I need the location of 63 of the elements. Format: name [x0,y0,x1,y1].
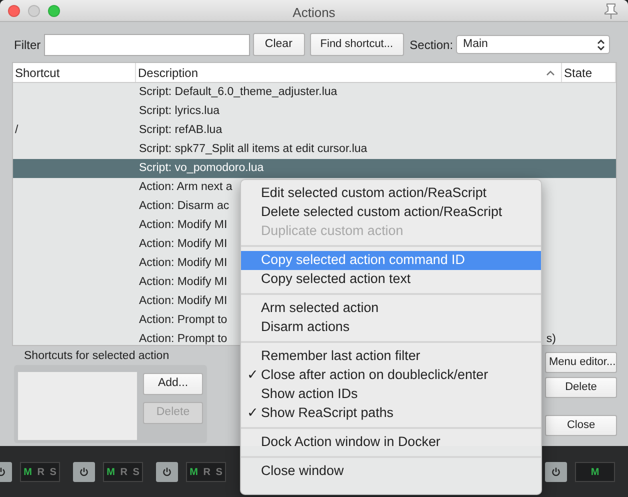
toggle-label[interactable]: M [24,464,32,480]
shortcut-cell: / [15,124,18,136]
description-cell-text: Script: refAB.lua [139,122,222,138]
menu-item[interactable]: Dock Action window in Docker [241,433,541,452]
power-icon [162,467,172,477]
toggle-label[interactable]: M [590,464,600,480]
toggle-label[interactable]: S [50,464,56,480]
column-header[interactable]: Shortcut [13,63,136,82]
description-cell-text: Script: Default_6.0_theme_adjuster.lua [139,84,338,100]
table-row[interactable]: Script: vo_pomodoro.lua [13,159,616,178]
toggle-label[interactable]: S [216,464,222,480]
pin-icon[interactable] [604,3,618,19]
menu-item[interactable]: Close window [241,462,541,481]
chevron-icon [597,38,606,50]
column-header[interactable]: State [562,63,616,82]
panel-title: Shortcuts for selected action [23,349,170,363]
section-value: Main [463,36,488,52]
section-select[interactable]: Main [456,35,610,54]
power-icon [551,467,561,477]
menu-item[interactable]: ✓ Close after action on doubleclick/enter [241,366,541,385]
toggle-label[interactable]: M [190,464,198,480]
menu-item[interactable]: Copy selected action text [241,270,541,289]
table-row[interactable]: Script: Default_6.0_theme_adjuster.lua [13,83,616,102]
description-cell-text: Action: Modify MI [139,236,228,252]
check-icon: ✓ [247,403,258,424]
menu-item[interactable]: Delete selected custom action/ReaScript [241,203,541,222]
zoom-button[interactable] [48,5,60,17]
menu-item[interactable]: Disarm actions [241,318,541,337]
table-row[interactable]: Script: spk77_Split all items at edit cursor.lua [13,140,616,159]
description-cell-text: Script: spk77_Split all items at edit cursor.lua [139,142,368,157]
check-icon: ✓ [247,365,258,386]
table-row[interactable]: Script: lyrics.lua [13,102,616,121]
menu-item[interactable]: ✓ Show ReaScript paths [241,404,541,423]
description-cell-text: s) [546,332,556,345]
filter-field[interactable] [44,34,250,56]
column-header[interactable]: Description [136,63,562,82]
power-button[interactable] [73,462,95,482]
toggle-label[interactable]: M [106,464,115,480]
power-button[interactable] [545,462,567,482]
menu-item[interactable]: Show action IDs [241,385,541,404]
menu-item[interactable]: Arm selected action [241,299,541,318]
toggle-label[interactable]: R [37,464,44,480]
menu-item[interactable]: Remember last action filter [241,347,541,366]
window-title: Actions [292,4,336,22]
menu-editor-button[interactable]: Menu editor... [545,352,617,373]
section-label: Section: [410,36,454,54]
close-button[interactable] [8,5,20,17]
find-shortcut-button[interactable]: Find shortcut... [310,33,404,56]
table-row[interactable]: / Script: refAB.lua [13,121,616,140]
description-cell-text: Script: vo_pomodoro.lua [139,160,264,176]
add-button[interactable]: Add... [143,373,203,395]
filter-label: Filter [14,36,41,54]
power-button[interactable] [156,462,178,482]
close-button[interactable]: Close [545,415,617,436]
menu-item[interactable]: Edit selected custom action/ReaScript [241,184,541,203]
description-cell-text: Script: lyrics.lua [139,104,220,119]
clear-button[interactable]: Clear [252,33,305,56]
toggle-label[interactable]: R [120,464,128,480]
toggle-label[interactable]: R [203,464,210,480]
description-cell-text: Action: Prompt to [139,332,228,345]
power-icon [79,467,89,477]
toggle-label[interactable]: S [132,464,140,480]
delete-button[interactable]: Delete [545,377,617,398]
